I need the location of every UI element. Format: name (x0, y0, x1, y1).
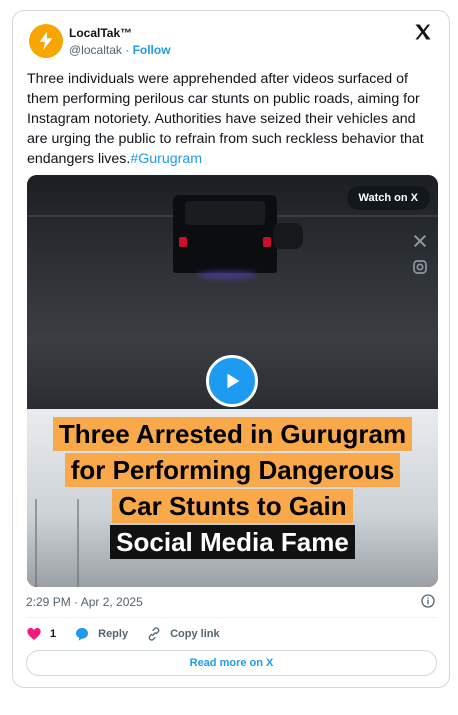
reply-label: Reply (98, 628, 129, 640)
like-button[interactable]: 1 (26, 626, 56, 642)
video-media[interactable]: Three Arrested in Gurugram for Performin… (27, 175, 438, 587)
underglow (197, 271, 257, 279)
reply-bubble-icon (76, 628, 89, 641)
watch-on-x-button[interactable]: Watch on X (346, 186, 430, 210)
info-icon[interactable] (420, 593, 436, 609)
tweet-text: Three individuals were apprehended after… (27, 69, 439, 169)
heart-icon (27, 628, 41, 640)
separator-dot: · (125, 43, 130, 57)
car-silhouette (173, 195, 277, 273)
instagram-icon (413, 260, 427, 274)
second-car-silhouette (273, 223, 303, 249)
headline-line-3: Car Stunts to Gain (112, 489, 353, 523)
reply-button[interactable]: Reply (74, 626, 128, 642)
tweet-body: Three individuals were apprehended after… (27, 71, 424, 167)
lightning-icon (39, 31, 53, 51)
avatar[interactable] (29, 24, 63, 58)
headline-line-1: Three Arrested in Gurugram (52, 417, 413, 451)
play-button[interactable] (206, 355, 258, 407)
follow-button[interactable]: Follow (133, 43, 171, 57)
author-name[interactable]: LocalTak™ (69, 26, 132, 40)
tweet-timestamp[interactable]: 2:29 PM · Apr 2, 2025 (26, 595, 143, 609)
headline-line-2: for Performing Dangerous (64, 453, 401, 487)
like-count: 1 (50, 628, 57, 640)
copy-link-button[interactable]: Copy link (146, 626, 220, 642)
tweet-card: LocalTak™ @localtak · Follow Three indiv… (12, 10, 450, 688)
headline-line-4: Social Media Fame (110, 525, 355, 559)
x-logo-icon[interactable] (413, 22, 433, 42)
link-icon (148, 627, 160, 641)
action-bar: 1 Reply Copy link (26, 624, 238, 644)
author-handle-row: @localtak · Follow (69, 43, 171, 57)
divider (26, 617, 437, 618)
author-handle[interactable]: @localtak (69, 43, 122, 57)
play-icon (227, 373, 240, 389)
x-small-icon (413, 234, 427, 248)
hashtag-link[interactable]: #Gurugram (130, 151, 202, 167)
copy-link-label: Copy link (170, 628, 220, 640)
read-more-button[interactable]: Read more on X (26, 650, 437, 676)
